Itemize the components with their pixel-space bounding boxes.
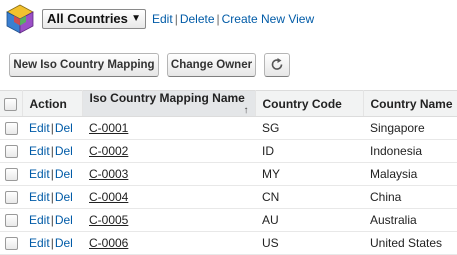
record-name-link[interactable]: C-0005 [89,213,128,227]
row-checkbox[interactable] [4,214,18,228]
table-row: Edit|Del C-0002 ID Indonesia [0,139,457,163]
row-country-code: US [255,231,363,255]
row-actions: Edit|Del [22,116,82,140]
record-name-link[interactable]: C-0006 [89,236,128,250]
select-all-checkbox[interactable] [4,97,18,111]
row-edit-link[interactable]: Edit [29,144,50,158]
record-name-link[interactable]: C-0003 [89,167,128,181]
row-country-code: SG [255,116,363,140]
separator: | [174,12,178,26]
row-country-code: MY [255,162,363,186]
row-del-link[interactable]: Del [55,167,73,181]
table-body: Edit|Del C-0001 SG Singapore Edit|Del C-0002 I… [0,116,457,255]
separator: | [50,121,54,135]
row-del-link[interactable]: Del [55,190,73,204]
view-select[interactable]: All Countries ▼ [42,9,146,29]
row-select-cell[interactable] [0,185,22,209]
row-name-cell: C-0002 [82,139,255,163]
row-edit-link[interactable]: Edit [29,121,50,135]
table-row: Edit|Del C-0005 AU Australia [0,208,457,232]
change-owner-button[interactable]: Change Owner [167,53,256,77]
row-country-name: Singapore [363,116,457,140]
edit-view-link[interactable]: Edit [152,12,173,26]
button-bar: New Iso Country Mapping Change Owner [0,40,457,90]
row-edit-link[interactable]: Edit [29,236,50,250]
record-name-link[interactable]: C-0004 [89,190,128,204]
refresh-button[interactable] [264,53,290,77]
row-actions: Edit|Del [22,231,82,255]
list-view-header: All Countries ▼ Edit | Delete | Create New V… [0,0,457,40]
row-checkbox[interactable] [4,122,18,136]
view-links: Edit | Delete | Create New View [152,12,314,26]
separator: | [50,213,54,227]
row-select-cell[interactable] [0,116,22,140]
row-edit-link[interactable]: Edit [29,213,50,227]
create-new-view-link[interactable]: Create New View [222,12,314,26]
row-del-link[interactable]: Del [55,236,73,250]
row-checkbox[interactable] [4,191,18,205]
record-name-link[interactable]: C-0002 [89,144,128,158]
new-iso-country-mapping-button[interactable]: New Iso Country Mapping [9,53,159,77]
column-header-name[interactable]: Iso Country Mapping Name ↑ [82,90,256,117]
row-checkbox[interactable] [4,145,18,159]
row-actions: Edit|Del [22,139,82,163]
row-country-code: AU [255,208,363,232]
refresh-icon [271,58,283,70]
separator: | [216,12,220,26]
row-del-link[interactable]: Del [55,144,73,158]
row-select-cell[interactable] [0,139,22,163]
row-name-cell: C-0005 [82,208,255,232]
table-row: Edit|Del C-0004 CN China [0,185,457,209]
row-country-code: CN [255,185,363,209]
record-name-link[interactable]: C-0001 [89,121,128,135]
row-del-link[interactable]: Del [55,121,73,135]
chevron-down-icon: ▼ [131,13,141,24]
row-del-link[interactable]: Del [55,213,73,227]
row-checkbox[interactable] [4,237,18,251]
row-name-cell: C-0004 [82,185,255,209]
row-country-name: Indonesia [363,139,457,163]
delete-view-link[interactable]: Delete [180,12,215,26]
table-header-row: Action Iso Country Mapping Name ↑ Country… [0,90,457,117]
column-header-name-label: Iso Country Mapping Name [89,91,245,106]
row-actions: Edit|Del [22,208,82,232]
row-country-name: United States [363,231,457,255]
row-checkbox[interactable] [4,168,18,182]
table-row: Edit|Del C-0001 SG Singapore [0,116,457,140]
sort-ascending-icon: ↑ [243,105,249,116]
row-name-cell: C-0001 [82,116,255,140]
row-country-name: China [363,185,457,209]
separator: | [50,190,54,204]
select-all-header[interactable] [0,90,23,117]
row-country-name: Malaysia [363,162,457,186]
row-actions: Edit|Del [22,185,82,209]
separator: | [50,144,54,158]
records-table: Action Iso Country Mapping Name ↑ Country… [0,90,457,255]
column-header-action: Action [22,90,83,117]
table-row: Edit|Del C-0006 US United States [0,231,457,255]
separator: | [50,236,54,250]
separator: | [50,167,54,181]
row-name-cell: C-0003 [82,162,255,186]
row-country-code: ID [255,139,363,163]
column-header-country-code[interactable]: Country Code [255,90,364,117]
app-cube-icon [6,4,34,34]
row-actions: Edit|Del [22,162,82,186]
row-select-cell[interactable] [0,162,22,186]
row-select-cell[interactable] [0,208,22,232]
column-header-country-name[interactable]: Country Name [363,90,457,117]
row-country-name: Australia [363,208,457,232]
row-name-cell: C-0006 [82,231,255,255]
row-edit-link[interactable]: Edit [29,167,50,181]
view-select-value: All Countries [47,11,128,26]
row-select-cell[interactable] [0,231,22,255]
row-edit-link[interactable]: Edit [29,190,50,204]
table-row: Edit|Del C-0003 MY Malaysia [0,162,457,186]
